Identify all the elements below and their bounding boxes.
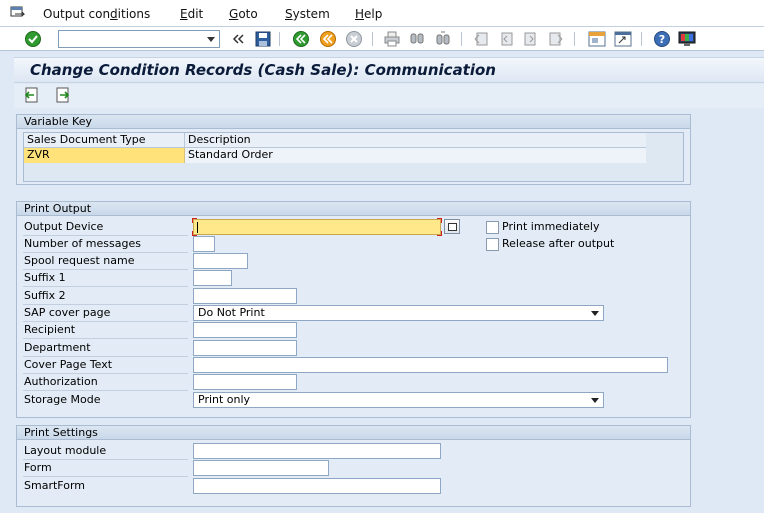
chevron-down-icon[interactable] (591, 398, 599, 403)
last-page-icon[interactable] (547, 30, 565, 48)
variable-key-group: Variable Key Sales Document Type Descrip… (16, 114, 691, 185)
storage-mode-label: Storage Mode (24, 393, 101, 406)
release-after-output-checkbox[interactable] (486, 238, 499, 251)
page-title: Change Condition Records (Cash Sale): Co… (30, 61, 496, 79)
find-icon[interactable] (408, 30, 426, 48)
output-device-label: Output Device (24, 220, 104, 233)
print-settings-group: Print Settings Layout module Form SmartF… (16, 425, 691, 507)
sap-cover-page-select[interactable]: Do Not Print (193, 305, 604, 321)
storage-mode-select[interactable]: Print only (193, 392, 604, 408)
menu-output-conditions[interactable]: Output conditions (43, 7, 150, 21)
cell-sales-document-type[interactable]: ZVR (24, 148, 185, 163)
smartform-input[interactable] (193, 478, 441, 494)
form-label: Form (24, 461, 52, 474)
menu-goto[interactable]: Goto (229, 7, 258, 21)
department-input[interactable] (193, 340, 297, 356)
print-immediately-label: Print immediately (502, 220, 600, 233)
suffix-1-input[interactable] (193, 270, 232, 286)
cell-description: Standard Order (185, 148, 646, 163)
authorization-input[interactable] (193, 374, 297, 390)
suffix-2-input[interactable] (193, 288, 297, 304)
menu-bar: Output conditions Edit Goto System Help (0, 0, 764, 27)
table-row[interactable]: ZVR Standard Order (24, 148, 646, 163)
sap-cover-page-label: SAP cover page (24, 306, 111, 319)
column-description[interactable]: Description (185, 133, 646, 148)
output-device-input[interactable] (192, 218, 442, 236)
find-next-icon[interactable] (434, 30, 452, 48)
standard-toolbar: ? (0, 27, 764, 51)
prev-page-icon[interactable] (497, 30, 515, 48)
cover-page-text-label: Cover Page Text (24, 358, 113, 371)
back-double-icon[interactable] (229, 30, 247, 48)
menu-system[interactable]: System (285, 7, 330, 21)
cover-page-text-input[interactable] (193, 357, 668, 373)
number-of-messages-input[interactable] (193, 236, 215, 252)
command-field[interactable] (58, 30, 220, 48)
variable-key-table: Sales Document Type Description ZVR Stan… (23, 132, 684, 182)
layout-module-label: Layout module (24, 444, 107, 457)
value-help-icon[interactable] (444, 219, 460, 234)
spool-request-name-input[interactable] (193, 253, 248, 269)
release-after-output-label: Release after output (502, 237, 615, 250)
suffix-2-label: Suffix 2 (24, 289, 66, 302)
smartform-label: SmartForm (24, 479, 85, 492)
menu-edit[interactable]: Edit (180, 7, 203, 21)
layout-module-input[interactable] (193, 443, 441, 459)
print-output-header: Print Output (17, 202, 690, 216)
save-icon[interactable] (254, 30, 272, 48)
variable-key-header: Variable Key (17, 115, 690, 129)
print-output-group: Print Output Output Device Print immedia… (16, 201, 691, 418)
first-page-icon[interactable] (472, 30, 490, 48)
table-header: Sales Document Type Description (24, 133, 646, 148)
cancel-icon[interactable] (345, 30, 363, 48)
title-bar: Change Condition Records (Cash Sale): Co… (14, 57, 764, 83)
authorization-label: Authorization (24, 375, 98, 388)
suffix-1-label: Suffix 1 (24, 271, 66, 284)
spool-request-name-label: Spool request name (24, 254, 135, 267)
chevron-down-icon[interactable] (207, 37, 215, 42)
customize-layout-icon[interactable] (678, 30, 696, 48)
chevron-down-icon[interactable] (591, 311, 599, 316)
create-session-icon[interactable] (588, 30, 606, 48)
recipient-input[interactable] (193, 322, 297, 338)
enter-icon[interactable] (24, 30, 42, 48)
svg-text:?: ? (659, 33, 665, 46)
print-settings-header: Print Settings (17, 426, 690, 440)
shortcut-icon[interactable] (614, 30, 632, 48)
next-record-icon[interactable] (54, 86, 72, 104)
previous-record-icon[interactable] (22, 86, 40, 104)
back-icon[interactable] (292, 30, 310, 48)
exit-icon[interactable] (319, 30, 337, 48)
form-input[interactable] (193, 460, 329, 476)
next-page-icon[interactable] (522, 30, 540, 48)
application-toolbar (14, 84, 764, 108)
column-sales-document-type[interactable]: Sales Document Type (24, 133, 185, 148)
help-icon[interactable]: ? (653, 30, 671, 48)
recipient-label: Recipient (24, 323, 76, 336)
print-immediately-checkbox[interactable] (486, 221, 499, 234)
department-label: Department (24, 341, 91, 354)
number-of-messages-label: Number of messages (24, 237, 141, 250)
menu-help[interactable]: Help (355, 7, 382, 21)
print-icon[interactable] (383, 30, 401, 48)
system-menu-icon[interactable] (10, 6, 26, 20)
